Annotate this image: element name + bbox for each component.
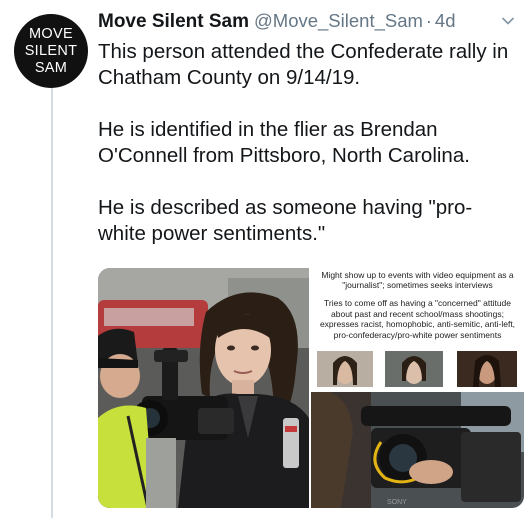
separator-dot: · — [425, 11, 432, 31]
tweet-text: This person attended the Confederate ral… — [98, 39, 518, 273]
tweet-header: Move Silent Sam @Move_Silent_Sam · 4d — [98, 10, 518, 36]
rally-photo-image — [98, 268, 309, 508]
flier-camera-photo: SONY — [311, 392, 524, 508]
flier-face-photos — [317, 351, 517, 387]
tweet-media[interactable]: Might show up to events with video equip… — [98, 268, 524, 508]
avatar-line-1: MOVE — [29, 25, 73, 42]
rally-photo[interactable] — [98, 268, 309, 508]
flier-image[interactable]: Might show up to events with video equip… — [311, 268, 524, 508]
flier-description: Tries to come off as having a "concerned… — [319, 298, 516, 340]
camera-brand-text: SONY — [387, 499, 407, 506]
tweet-paragraph-3: He is described as someone having "pro-w… — [98, 196, 473, 245]
avatar-line-3: SAM — [34, 59, 68, 76]
thread-line — [51, 88, 53, 518]
tweet-paragraph-1: This person attended the Confederate ral… — [98, 40, 509, 89]
flier-top-text: Might show up to events with video equip… — [321, 270, 514, 290]
avatar[interactable]: MOVE SILENT SAM — [14, 14, 88, 88]
display-name[interactable]: Move Silent Sam — [98, 11, 249, 33]
timestamp[interactable]: 4d — [435, 10, 456, 32]
chevron-down-icon[interactable] — [500, 13, 516, 29]
tweet-paragraph-2: He is identified in the flier as Brendan… — [98, 118, 470, 167]
user-handle[interactable]: @Move_Silent_Sam — [254, 10, 423, 32]
avatar-line-2: SILENT — [24, 42, 78, 59]
